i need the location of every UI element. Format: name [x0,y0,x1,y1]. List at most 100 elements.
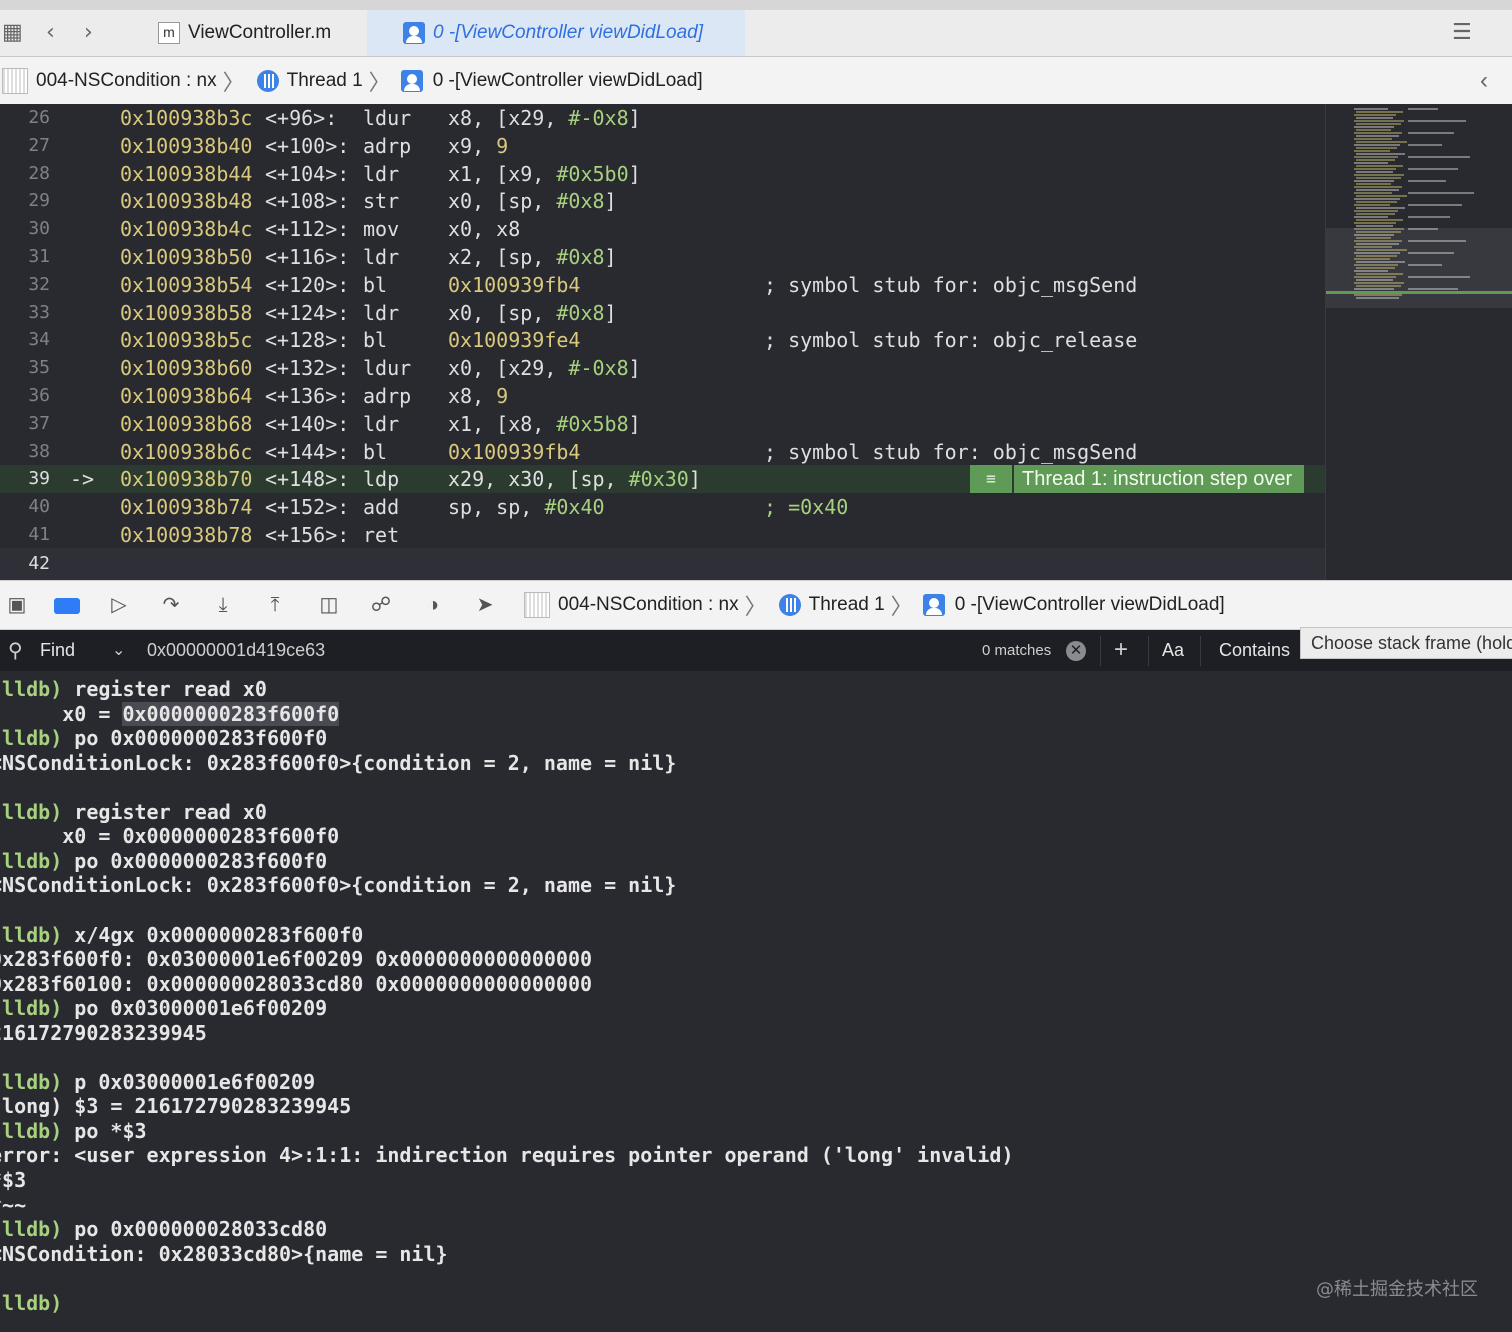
operand-text: x2, [sp, [448,245,557,269]
operands: x1, [x9, #0x5b0] [448,160,641,188]
instruction-address: 0x100938b40 [120,133,253,158]
minimap-line [1356,117,1393,119]
instruction-offset: <+112>: [265,217,350,242]
operand-text: x8, [448,384,497,408]
chevron-down-icon[interactable]: ⌄ [112,640,125,660]
operands: x8, [x29, #-0x8] [448,104,641,132]
stack-frame-icon [400,69,423,92]
console-output: 216172790283239945 [0,1021,207,1045]
step-over-icon[interactable]: ↷ [158,593,184,617]
divider [1148,636,1149,666]
operands: x29, x30, [sp, #0x30] [448,465,701,493]
chevron-right-icon: 〉 [890,594,913,619]
minimap-line [1356,141,1407,143]
disassembly-editor[interactable]: 26 0x100938b3c <+96>: ldur x8, [x29, #-0x8] 2… [0,104,1325,580]
console-text: po *$3 [74,1118,147,1143]
tab-viewcontroller-m[interactable]: m ViewController.m [140,10,366,56]
console-text: po 0x03000001e6f00209 [74,996,328,1021]
code-line: 40 0x100938b74 <+152>: add sp, sp, #0x40 ; =0… [0,493,1325,521]
jumpbar-thread[interactable]: Thread 1 [287,70,363,92]
code-line: 31 0x100938b50 <+116>: ldr x2, [sp, #0x8] [0,243,1325,271]
step-into-icon[interactable]: ⤓ [210,593,236,617]
operand-text: x0, [x29, [448,356,569,381]
find-mode-select[interactable]: Find [40,640,75,661]
minimap-viewport[interactable] [1326,228,1512,308]
plus-icon[interactable]: + [1114,636,1128,664]
minimap-line [1354,120,1404,122]
memory-graph-icon[interactable]: ☍ [368,593,394,617]
jumpbar-project[interactable]: 004-NSCondition : nx [36,70,217,92]
console-command: (lldb) register read x0 [0,800,267,824]
back-arrow-icon[interactable]: ‹ [46,20,55,46]
editor-options-icon[interactable]: ☰ [1452,20,1472,46]
minimap-line [1408,156,1470,158]
console-text: x/4gx 0x0000000283f600f0 [74,922,364,947]
grid-icon[interactable]: ▦ [2,20,23,46]
instruction-offset: <+140>: [265,411,350,436]
lldb-prompt: (lldb) [0,848,63,873]
minimap-line [1354,162,1388,164]
minimap-line [1408,132,1454,134]
clear-icon[interactable]: ✕ [1066,641,1086,661]
minimap-line [1354,204,1390,206]
minimap-line [1354,138,1392,140]
debug-project[interactable]: 004-NSCondition : nx [558,594,739,616]
code-line: 35 0x100938b60 <+132>: ldur x0, [x29, #-0x8] [0,354,1325,382]
find-bar: ⚲ Find ⌄ 0x00000001d419ce63 0 matches ✕ … [0,630,1512,672]
minimap-line [1354,132,1402,134]
minimap[interactable] [1325,104,1512,580]
view-hierarchy-icon[interactable]: ◫ [316,593,342,617]
thread-status-badge[interactable]: ≡ Thread 1: instruction step over [970,465,1304,494]
lldb-console[interactable]: (lldb) register read x0 x0 = 0x000000028… [0,671,1512,1332]
lldb-prompt: (lldb) [0,677,63,701]
code-line: 26 0x100938b3c <+96>: ldur x8, [x29, #-0x8] [0,104,1325,132]
code-line: 32 0x100938b54 <+120>: bl 0x100939fb4 ; symbo… [0,271,1325,299]
match-mode-select[interactable]: Contains [1219,640,1290,661]
minimap-line [1356,165,1403,167]
continue-icon[interactable]: ▷ [106,593,132,617]
console-text: 0x283f60100: 0x000000028033cd80 0x000000… [0,971,593,996]
jumpbar-frame[interactable]: 0 -[ViewController viewDidLoad] [433,70,703,92]
console-command: (lldb) po *$3 [0,1119,147,1143]
debug-jump-bar: 004-NSCondition : nx 〉 Thread 1 〉 0 -[Vi… [522,581,1225,629]
operands: 0x100939fb4 [448,438,580,466]
tab-disassembly[interactable]: 0 -[ViewController viewDidLoad] [367,10,745,56]
hide-debug-area-icon[interactable]: ▣ [4,593,30,617]
find-input[interactable]: 0x00000001d419ce63 [147,640,325,661]
divider [1200,636,1201,666]
line-number: 29 [28,190,50,212]
instruction-address: 0x100938b54 [120,272,253,297]
simulate-location-icon[interactable]: ➤ [472,593,498,617]
instruction-address: 0x100938b60 [120,356,253,381]
debug-frame[interactable]: 0 -[ViewController viewDidLoad] [955,594,1225,616]
code-line: 33 0x100938b58 <+124>: ldr x0, [sp, #0x8] [0,299,1325,327]
operand-literal: #0x8 [556,300,605,325]
line-number: 42 [28,553,50,574]
code-line: 30 0x100938b4c <+112>: mov x0, x8 [0,215,1325,243]
console-output: 0x283f60100: 0x000000028033cd80 0x000000… [0,972,592,996]
operand-literal: #0x5b0 [556,161,629,186]
breakpoints-toggle-icon[interactable] [54,598,80,614]
instruction-offset: <+108>: [265,189,350,214]
selected-text[interactable]: 0x0000000283f600f0 [122,701,340,726]
minimap-line [1356,159,1395,161]
minimap-line [1356,195,1407,197]
line-number: 34 [28,329,50,351]
match-case-button[interactable]: Aa [1162,640,1184,661]
operands: x0, x8 [448,215,520,243]
console-output: ^~~ [0,1193,26,1217]
minimap-line [1408,108,1438,110]
chevron-right-icon: 〉 [368,69,391,95]
minimap-line [1356,219,1403,221]
lldb-prompt: (lldb) [0,922,63,947]
minimap-line [1356,129,1391,131]
operand-text: x1, [x8, [448,411,557,436]
line-number: 27 [28,134,50,156]
instruction-address: 0x100938b58 [120,300,253,325]
debug-thread[interactable]: Thread 1 [809,594,885,616]
step-out-icon[interactable]: ⤒ [262,593,288,617]
environment-overrides-icon[interactable]: ◑ [420,593,446,617]
minimap-line [1408,168,1458,170]
chevron-left-icon[interactable]: ‹ [1480,67,1488,95]
forward-arrow-icon[interactable]: › [84,20,93,46]
